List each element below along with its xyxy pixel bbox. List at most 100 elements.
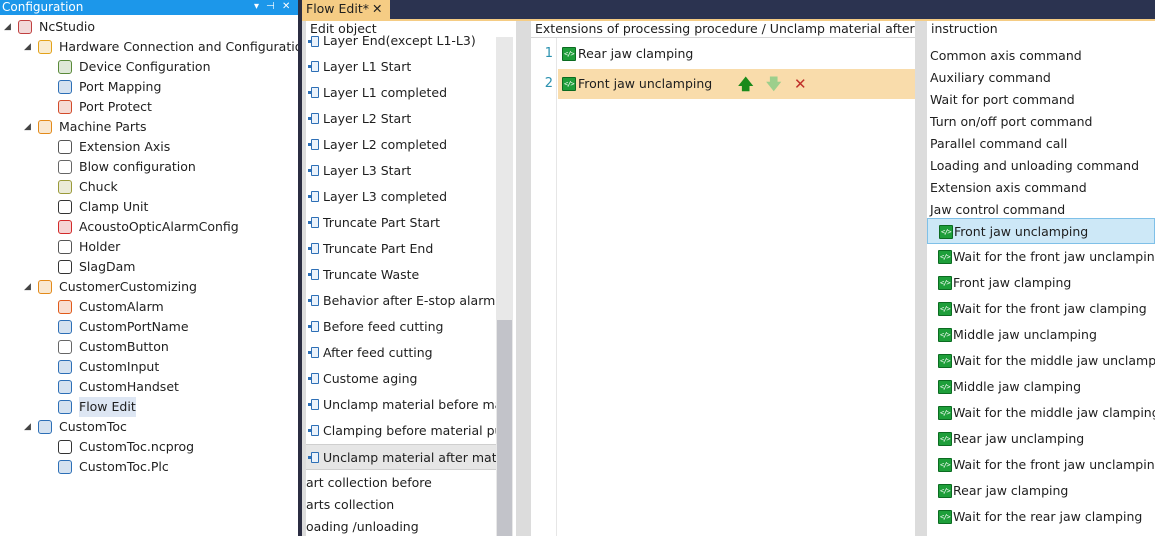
list-item[interactable]: Custome aging (306, 366, 496, 392)
code-icon (938, 302, 952, 316)
code-icon (938, 276, 952, 290)
category-item[interactable]: Wait for port command (930, 89, 1075, 111)
list-item[interactable]: Layer L3 Start (306, 158, 496, 184)
list-item[interactable]: Unclamp material before material (306, 392, 496, 418)
list-item[interactable]: Layer L3 completed (306, 184, 496, 210)
instruction-item[interactable]: Middle jaw unclamping (927, 322, 1155, 348)
instruction-item[interactable]: Wait for the rear jaw clamping (927, 504, 1155, 530)
expand-arrow-icon[interactable]: ◢ (24, 277, 34, 297)
flow-icon (308, 294, 322, 308)
tree-item-label: CustomHandset (79, 379, 179, 394)
tree-item[interactable]: Chuck (0, 177, 298, 197)
line-number: 1 (544, 46, 553, 61)
list-item[interactable]: Layer L1 Start (306, 54, 496, 80)
category-item[interactable]: Loading and unloading command (930, 155, 1139, 177)
instruction-item[interactable]: Wait for the front jaw unclamping (927, 452, 1155, 478)
tree-item[interactable]: CustomInput (0, 357, 298, 377)
flow-icon (308, 86, 322, 100)
list-item[interactable]: Rear jaw clamping (558, 39, 915, 69)
flow-icon (308, 138, 322, 152)
close-tab-icon[interactable]: ✕ (372, 0, 382, 18)
tree-item[interactable]: CustomButton (0, 337, 298, 357)
list-item[interactable]: Truncate Waste (306, 262, 496, 288)
scrollbar-thumb[interactable] (497, 320, 512, 536)
instruction-item[interactable]: Wait for the middle jaw unclamping (927, 348, 1155, 374)
list-item[interactable]: Clamping before material pull (306, 418, 496, 444)
tree-item-label: NcStudio (39, 19, 96, 34)
tree-item[interactable]: CustomToc.Plc (0, 457, 298, 477)
tree-item[interactable]: Holder (0, 237, 298, 257)
list-item[interactable]: Truncate Part End (306, 236, 496, 262)
tree-item-label: CustomAlarm (79, 299, 164, 314)
instruction-item[interactable]: Front jaw clamping (927, 270, 1155, 296)
list-item[interactable]: After feed cutting (306, 340, 496, 366)
expand-arrow-icon[interactable]: ◢ (4, 17, 14, 37)
tree-item[interactable]: CustomAlarm (0, 297, 298, 317)
tree-item[interactable]: CustomHandset (0, 377, 298, 397)
category-item[interactable]: Auxiliary command (930, 67, 1051, 89)
instruction-item[interactable]: Wait for the middle jaw clamping (927, 400, 1155, 426)
tree-item[interactable]: ◢ CustomerCustomizing (0, 277, 298, 297)
move-up-icon[interactable]: 🡅 (738, 69, 753, 99)
tree-item[interactable]: Flow Edit (0, 397, 298, 417)
tree-item-label: Device Configuration (79, 59, 211, 74)
device-icon (58, 60, 72, 74)
instruction-item[interactable]: Rear jaw clamping (927, 478, 1155, 504)
tree-item[interactable]: Clamp Unit (0, 197, 298, 217)
code-icon (938, 250, 952, 264)
list-item[interactable]: oading /unloading (306, 516, 496, 538)
move-down-icon[interactable]: 🡇 (766, 69, 781, 99)
port-protect-icon (58, 100, 72, 114)
category-item[interactable]: Common axis command (930, 45, 1082, 67)
tree-item[interactable]: Blow configuration (0, 157, 298, 177)
tree-item[interactable]: Port Mapping (0, 77, 298, 97)
list-item[interactable]: arts collection (306, 494, 496, 516)
flow-icon (308, 112, 322, 126)
category-item[interactable]: Turn on/off port command (930, 111, 1092, 133)
list-item[interactable]: Layer L2 completed (306, 132, 496, 158)
tree-item[interactable]: Device Configuration (0, 57, 298, 77)
list-item[interactable]: Truncate Part Start (306, 210, 496, 236)
close-icon[interactable]: ✕ (282, 0, 290, 14)
expand-arrow-icon[interactable]: ◢ (24, 117, 34, 137)
pin-icon[interactable]: ⊣ (266, 0, 275, 14)
list-item[interactable]: Layer End(except L1-L3) (306, 33, 496, 49)
category-item[interactable]: Parallel command call (930, 133, 1067, 155)
list-item[interactable]: art collection before (306, 472, 496, 494)
instruction-item[interactable]: Wait for the front jaw unclamping (927, 244, 1155, 270)
tree-item[interactable]: ◢ Machine Parts (0, 117, 298, 137)
tree-item[interactable]: Extension Axis (0, 137, 298, 157)
list-item[interactable]: Front jaw unclamping 🡅 🡇 ✕ (558, 69, 915, 99)
instruction-item[interactable]: Wait for the front jaw clamping (927, 296, 1155, 322)
tree-item[interactable]: Port Protect (0, 97, 298, 117)
tree-item[interactable]: ◢ CustomToc (0, 417, 298, 437)
tree-item-label: CustomToc.ncprog (79, 439, 195, 454)
button-icon (58, 340, 72, 354)
tab-label: Flow Edit* (306, 1, 369, 16)
tree-item[interactable]: CustomPortName (0, 317, 298, 337)
port-name-icon (58, 320, 72, 334)
tree-item[interactable]: CustomToc.ncprog (0, 437, 298, 457)
delete-icon[interactable]: ✕ (794, 69, 807, 99)
expand-arrow-icon[interactable]: ◢ (24, 37, 34, 57)
tree-item-label: CustomerCustomizing (59, 279, 197, 294)
tree-item[interactable]: SlagDam (0, 257, 298, 277)
panel-title-bar: Configuration ▾ ⊣ ✕ (0, 0, 298, 15)
flow-icon (308, 60, 322, 74)
instruction-item[interactable]: Rear jaw unclamping (927, 426, 1155, 452)
tree-item[interactable]: ◢ NcStudio (0, 17, 298, 37)
tab-flow-edit[interactable]: Flow Edit* ✕ (302, 0, 390, 19)
tree-item[interactable]: ◢ Hardware Connection and Configuration (0, 37, 310, 57)
list-item[interactable]: Layer L1 completed (306, 80, 496, 106)
list-item[interactable]: Layer L2 Start (306, 106, 496, 132)
machine-icon (38, 120, 52, 134)
tree-item[interactable]: AcoustoOpticAlarmConfig (0, 217, 298, 237)
list-item[interactable]: Behavior after E-stop alarm (306, 288, 496, 314)
dropdown-icon[interactable]: ▾ (254, 0, 259, 14)
list-item[interactable]: Before feed cutting (306, 314, 496, 340)
instruction-item[interactable]: Middle jaw clamping (927, 374, 1155, 400)
instruction-item[interactable]: Front jaw unclamping (927, 218, 1155, 244)
expand-arrow-icon[interactable]: ◢ (24, 417, 34, 437)
list-item[interactable]: Unclamp material after material (306, 444, 496, 470)
category-item[interactable]: Extension axis command (930, 177, 1087, 199)
